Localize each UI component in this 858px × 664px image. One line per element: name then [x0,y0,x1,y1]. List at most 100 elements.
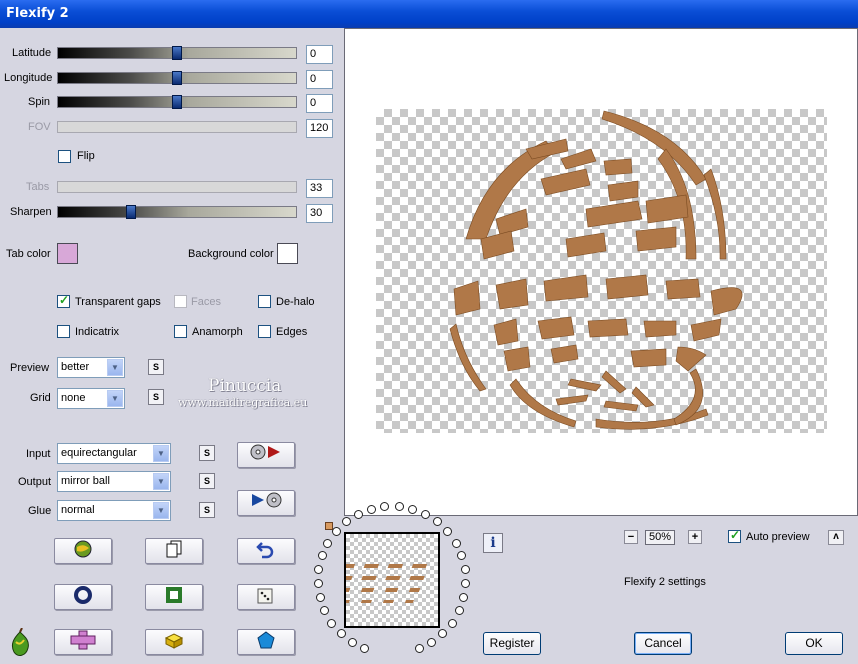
input-projection-select[interactable]: equirectangular ▼ [57,443,171,464]
spin-slider-thumb[interactable] [172,95,182,109]
tab-color-swatch[interactable] [57,243,78,264]
latitude-slider-thumb[interactable] [172,46,182,60]
latitude-slider[interactable] [57,46,297,60]
dice-button[interactable] [237,584,295,610]
zoom-out-button[interactable]: − [624,530,638,544]
navigator-dot[interactable] [366,504,376,514]
navigator-dot[interactable] [341,517,351,527]
navigator-dot[interactable] [320,606,330,616]
chevron-down-icon[interactable]: ▼ [153,502,169,519]
navigator-dot[interactable] [461,579,471,589]
output-label: Output [18,476,52,488]
navigator-dot[interactable] [353,509,363,519]
flip-checkbox[interactable] [58,150,71,163]
sharpen-input[interactable]: 30 [306,204,333,223]
navigator-dot[interactable] [460,565,470,575]
sharpen-slider[interactable] [57,205,297,219]
transparent-gaps-label: Transparent gaps [75,296,161,308]
ok-button[interactable]: OK [785,632,843,655]
transparent-gaps-checkbox[interactable]: ✓ [57,293,70,308]
watermark-url: www.maidiregrafica.eu [178,396,308,409]
navigator-dot[interactable] [360,644,370,654]
output-save-button[interactable]: S [199,473,215,489]
anamorph-checkbox[interactable] [174,325,187,338]
sharpen-label: Sharpen [10,206,52,218]
longitude-slider[interactable] [57,71,297,85]
load-input-button[interactable] [237,442,295,468]
navigator-dot[interactable] [457,551,467,561]
watermark-name: Pinuccia [208,376,282,396]
navigator-dot[interactable] [394,501,404,511]
cross-button[interactable] [54,629,112,655]
auto-preview-checkbox[interactable]: ✓ [728,528,741,543]
sharpen-slider-thumb[interactable] [126,205,136,219]
undo-button[interactable] [237,538,295,564]
chevron-down-icon[interactable]: ▼ [107,359,123,376]
navigator-dot[interactable] [451,538,461,548]
preview-quality-select[interactable]: better ▼ [57,357,125,378]
navigator-dot[interactable] [336,629,346,639]
tabs-input: 33 [306,179,333,198]
chevron-down-icon[interactable]: ▼ [153,445,169,462]
register-button[interactable]: Register [483,632,541,655]
randomize-button[interactable] [54,538,112,564]
navigator-dot[interactable] [331,527,341,537]
dehalo-checkbox[interactable] [258,295,271,308]
spin-input[interactable]: 0 [306,94,333,113]
undo-icon [256,542,274,559]
edges-checkbox[interactable] [258,325,271,338]
polyhedron-button[interactable] [237,629,295,655]
input-save-button[interactable]: S [199,445,215,461]
glue-value: normal [61,504,95,516]
navigator-dot[interactable] [427,637,437,647]
navigator-dot[interactable] [443,527,453,537]
navigator-dot[interactable] [347,637,357,647]
info-button[interactable]: i [483,533,503,553]
chevron-down-icon[interactable]: ▼ [153,473,169,490]
preview-save-button[interactable]: S [148,359,164,375]
input-label: Input [26,448,51,460]
save-output-button[interactable] [237,490,295,516]
navigator-dot[interactable] [313,579,323,589]
navigator-dot[interactable] [323,538,333,548]
navigator-dot[interactable] [421,509,431,519]
navigator-dot[interactable] [408,504,418,514]
glue-save-button[interactable]: S [199,502,215,518]
copy-button[interactable] [145,538,203,564]
cancel-button[interactable]: Cancel [634,632,692,655]
preview-canvas[interactable] [344,28,858,516]
navigator-dot[interactable] [327,618,337,628]
grid-save-button[interactable]: S [148,389,164,405]
grid-select[interactable]: none ▼ [57,388,125,409]
window-title: Flexify 2 [6,6,69,21]
navigator-dot[interactable] [317,551,327,561]
indicatrix-checkbox[interactable] [57,325,70,338]
navigator-dot[interactable] [459,593,469,603]
chevron-down-icon[interactable]: ▼ [107,390,123,407]
navigator-dot[interactable] [454,606,464,616]
longitude-input[interactable]: 0 [306,70,333,89]
cube-button[interactable] [145,629,203,655]
square-button[interactable] [145,584,203,610]
sphere-button[interactable] [54,584,112,610]
navigator-dot[interactable] [447,618,457,628]
output-projection-select[interactable]: mirror ball ▼ [57,471,171,492]
ring-icon [74,586,92,604]
zoom-in-button[interactable]: + [688,530,702,544]
settings-up-button[interactable]: ʌ [828,530,844,545]
glue-select[interactable]: normal ▼ [57,500,171,521]
background-color-swatch[interactable] [277,243,298,264]
navigator-dot[interactable] [438,629,448,639]
copy-icon [166,540,182,558]
navigator-dot[interactable] [414,644,424,654]
navigator-dot[interactable] [433,517,443,527]
grid-label: Grid [30,392,51,404]
longitude-slider-thumb[interactable] [172,71,182,85]
input-projection-value: equirectangular [61,447,137,459]
navigator-thumbnail[interactable] [344,532,440,628]
navigator-dot[interactable] [315,593,325,603]
latitude-input[interactable]: 0 [306,45,333,64]
glue-label: Glue [28,505,52,517]
spin-slider[interactable] [57,95,297,109]
navigator-dot[interactable] [314,565,324,575]
